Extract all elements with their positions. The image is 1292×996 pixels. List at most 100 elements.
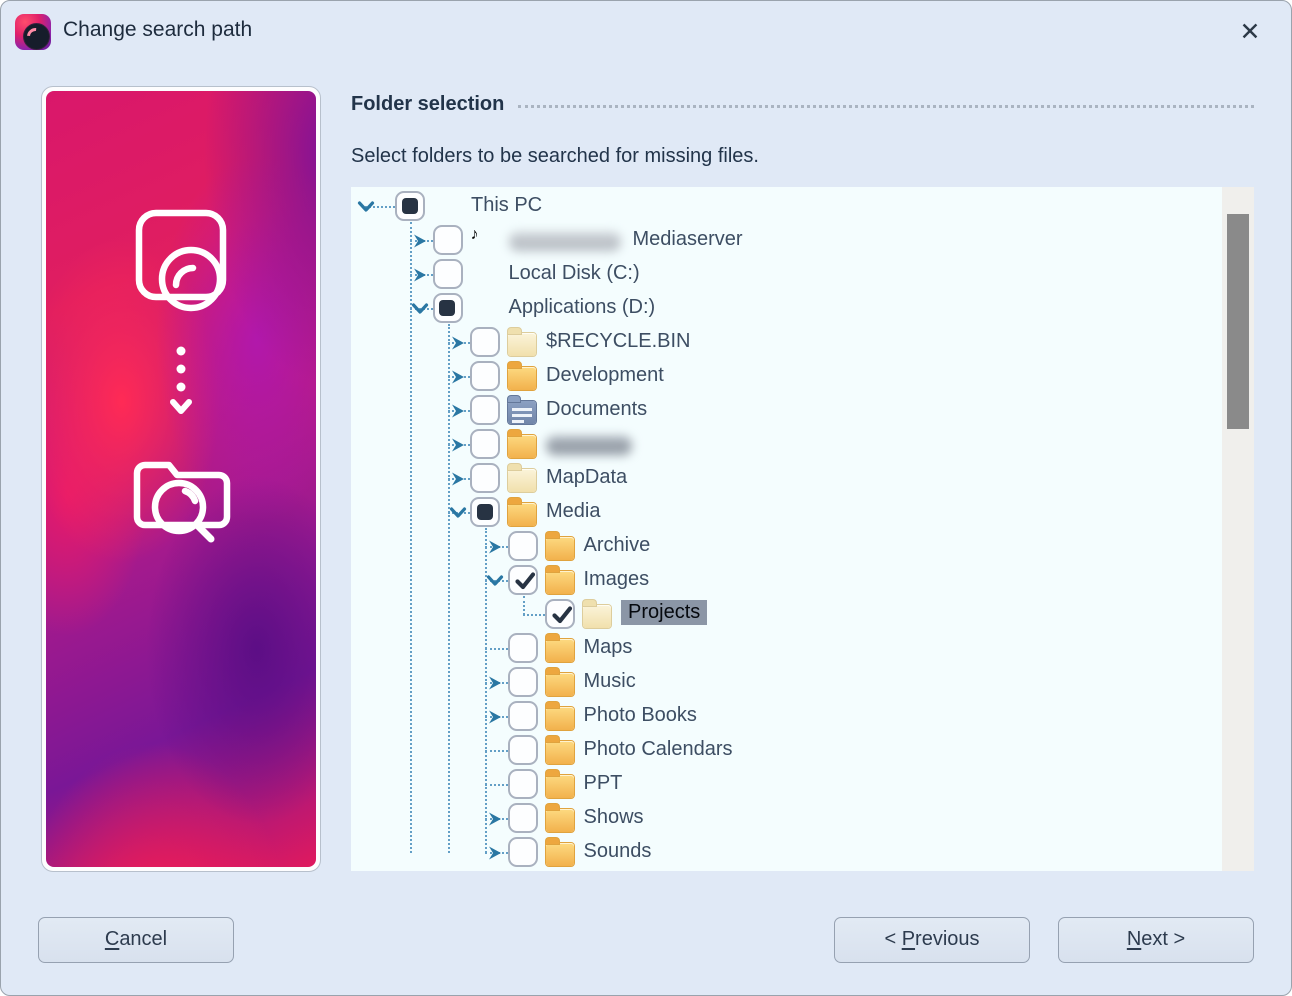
tree-row[interactable]: Projects: [351, 598, 1222, 632]
folder-label[interactable]: Applications (D:): [509, 296, 656, 319]
expand-arrow-icon[interactable]: [449, 470, 467, 488]
documents-icon: [508, 401, 536, 424]
folder-label[interactable]: Archive: [584, 534, 651, 557]
folder-checkbox[interactable]: [470, 361, 500, 391]
expand-arrow-icon[interactable]: [486, 538, 504, 556]
folder-label[interactable]: Shows: [584, 806, 644, 829]
redacted-text: [546, 436, 632, 455]
folder-label[interactable]: PPT: [584, 772, 623, 795]
folder-label[interactable]: Mediaserver: [633, 228, 743, 251]
expand-arrow-icon[interactable]: [411, 266, 429, 284]
next-button[interactable]: Next >: [1058, 917, 1254, 963]
expand-arrow-icon[interactable]: [449, 402, 467, 420]
scrollbar-thumb[interactable]: [1227, 214, 1249, 429]
folder-label[interactable]: This PC: [471, 194, 542, 217]
tree-row[interactable]: MapData: [351, 462, 1222, 496]
folder-checkbox[interactable]: [508, 803, 538, 833]
folder-icon: [508, 435, 536, 458]
tree-row[interactable]: Shows: [351, 802, 1222, 836]
folder-label[interactable]: Documents: [546, 398, 647, 421]
folder-label[interactable]: Photo Books: [584, 704, 697, 727]
folder-icon: [546, 843, 574, 866]
redacted-text: [509, 232, 621, 251]
tree-row[interactable]: Documents: [351, 394, 1222, 428]
folder-label[interactable]: MapData: [546, 466, 627, 489]
expand-arrow-icon[interactable]: [449, 368, 467, 386]
folder-label[interactable]: Music: [584, 670, 636, 693]
expand-arrow-icon[interactable]: [449, 436, 467, 454]
tree-row[interactable]: Development: [351, 360, 1222, 394]
tree-row[interactable]: Applications (D:): [351, 292, 1222, 326]
expand-arrow-icon[interactable]: [449, 334, 467, 352]
expand-arrow-icon[interactable]: [486, 810, 504, 828]
window-title: Change search path: [63, 18, 252, 42]
expand-arrow-icon[interactable]: [486, 844, 504, 862]
art-panel-frame: [41, 86, 321, 872]
folder-label[interactable]: Maps: [584, 636, 633, 659]
tree-row[interactable]: Sounds: [351, 836, 1222, 870]
expand-arrow-icon[interactable]: [411, 232, 429, 250]
folder-checkbox[interactable]: [545, 599, 575, 629]
tree-connector: [485, 784, 508, 786]
cancel-button[interactable]: Cancel: [38, 917, 234, 963]
folder-label[interactable]: Development: [546, 364, 664, 387]
folder-checkbox[interactable]: [508, 633, 538, 663]
folder-checkbox[interactable]: [508, 701, 538, 731]
folder-checkbox[interactable]: [508, 667, 538, 697]
expand-arrow-icon[interactable]: [486, 708, 504, 726]
change-search-path-dialog: Change search path ✕: [0, 0, 1292, 996]
folder-label[interactable]: Local Disk (C:): [509, 262, 640, 285]
tree-row[interactable]: $RECYCLE.BIN: [351, 326, 1222, 360]
folder-checkbox[interactable]: [470, 327, 500, 357]
collapse-arrow-icon[interactable]: [486, 572, 504, 590]
folder-label[interactable]: Images: [584, 568, 650, 591]
tree-row[interactable]: Media: [351, 496, 1222, 530]
app-logo-icon: [15, 14, 51, 50]
folder-icon: [546, 809, 574, 832]
tree-row[interactable]: ♪ Mediaserver: [351, 224, 1222, 258]
folder-checkbox[interactable]: [395, 191, 425, 221]
tree-row[interactable]: Photo Calendars: [351, 734, 1222, 768]
folder-icon: [546, 673, 574, 696]
tree-row[interactable]: PPT: [351, 768, 1222, 802]
folder-checkbox[interactable]: [508, 769, 538, 799]
collapse-arrow-icon[interactable]: [449, 504, 467, 522]
folder-checkbox[interactable]: [433, 293, 463, 323]
collapse-arrow-icon[interactable]: [411, 300, 429, 318]
tree-row[interactable]: Maps: [351, 632, 1222, 666]
folder-label[interactable]: Media: [546, 500, 600, 523]
folder-label[interactable]: $RECYCLE.BIN: [546, 330, 691, 353]
media-server-icon: ♪: [471, 226, 501, 256]
folder-search-icon: [125, 445, 237, 549]
scrollbar-track[interactable]: [1222, 187, 1254, 871]
close-icon[interactable]: ✕: [1233, 15, 1267, 49]
tree-row[interactable]: Local Disk (C:): [351, 258, 1222, 292]
folder-icon: [546, 741, 574, 764]
folder-label[interactable]: Photo Calendars: [584, 738, 733, 761]
folder-label[interactable]: Sounds: [584, 840, 652, 863]
previous-button[interactable]: < Previous: [834, 917, 1030, 963]
folder-checkbox[interactable]: [470, 429, 500, 459]
collapse-arrow-icon[interactable]: [357, 198, 375, 216]
folder-checkbox[interactable]: [433, 259, 463, 289]
folder-checkbox[interactable]: [470, 463, 500, 493]
folder-icon: [508, 503, 536, 526]
tree-row[interactable]: Images: [351, 564, 1222, 598]
tree-row[interactable]: Photo Books: [351, 700, 1222, 734]
tree-row[interactable]: [351, 428, 1222, 462]
art-panel: [46, 91, 316, 867]
folder-checkbox[interactable]: [470, 497, 500, 527]
tree-row[interactable]: Archive: [351, 530, 1222, 564]
folder-checkbox[interactable]: [470, 395, 500, 425]
folder-checkbox[interactable]: [433, 225, 463, 255]
folder-checkbox[interactable]: [508, 531, 538, 561]
tree-connector: [523, 614, 546, 616]
photo-icon: [131, 209, 231, 319]
folder-label[interactable]: Projects: [621, 600, 707, 625]
tree-row[interactable]: Music: [351, 666, 1222, 700]
folder-checkbox[interactable]: [508, 735, 538, 765]
folder-checkbox[interactable]: [508, 565, 538, 595]
expand-arrow-icon[interactable]: [486, 674, 504, 692]
folder-checkbox[interactable]: [508, 837, 538, 867]
tree-row[interactable]: This PC: [351, 190, 1222, 224]
